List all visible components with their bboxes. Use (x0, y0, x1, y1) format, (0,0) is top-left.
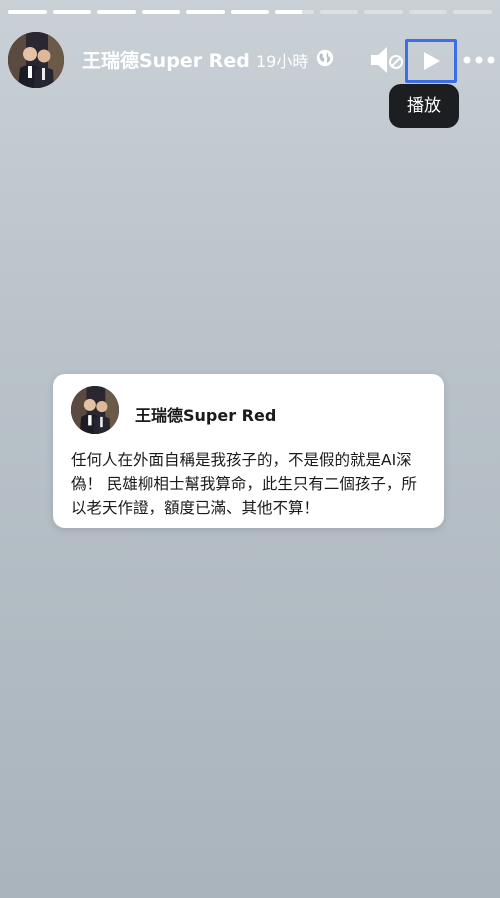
progress-segment (453, 10, 493, 14)
story-header: 王瑞德Super Red 19小時 (8, 32, 495, 90)
progress-segment (408, 10, 448, 14)
progress-segment (230, 10, 270, 14)
avatar (71, 386, 119, 434)
progress-segment (52, 10, 92, 14)
post-text: 任何人在外面自稱是我孩子的，不是假的就是AI深偽！ 民雄柳相士幫我算命，此生只有… (71, 451, 417, 517)
speaker-muted-icon[interactable] (368, 42, 404, 78)
progress-segment (275, 10, 314, 14)
story-author-name[interactable]: 王瑞德Super Red (82, 46, 250, 73)
story-progress-bar (8, 10, 493, 15)
progress-segment (364, 10, 403, 14)
avatar[interactable] (8, 32, 64, 88)
globe-icon (316, 49, 334, 67)
play-button[interactable] (405, 39, 457, 83)
play-icon (424, 52, 440, 70)
progress-segment (141, 10, 181, 14)
shared-post-card[interactable]: 王瑞德Super Red 任何人在外面自稱是我孩子的，不是假的就是AI深偽！ 民… (53, 374, 444, 528)
post-author-name: 王瑞德Super Red (135, 406, 277, 425)
progress-segment (186, 10, 225, 14)
progress-segment (319, 10, 359, 14)
play-tooltip: 播放 (389, 84, 459, 128)
progress-segment (97, 10, 136, 14)
story-timestamp: 19小時 (256, 52, 309, 71)
more-horizontal-icon[interactable] (462, 50, 496, 70)
progress-segment (8, 10, 47, 14)
